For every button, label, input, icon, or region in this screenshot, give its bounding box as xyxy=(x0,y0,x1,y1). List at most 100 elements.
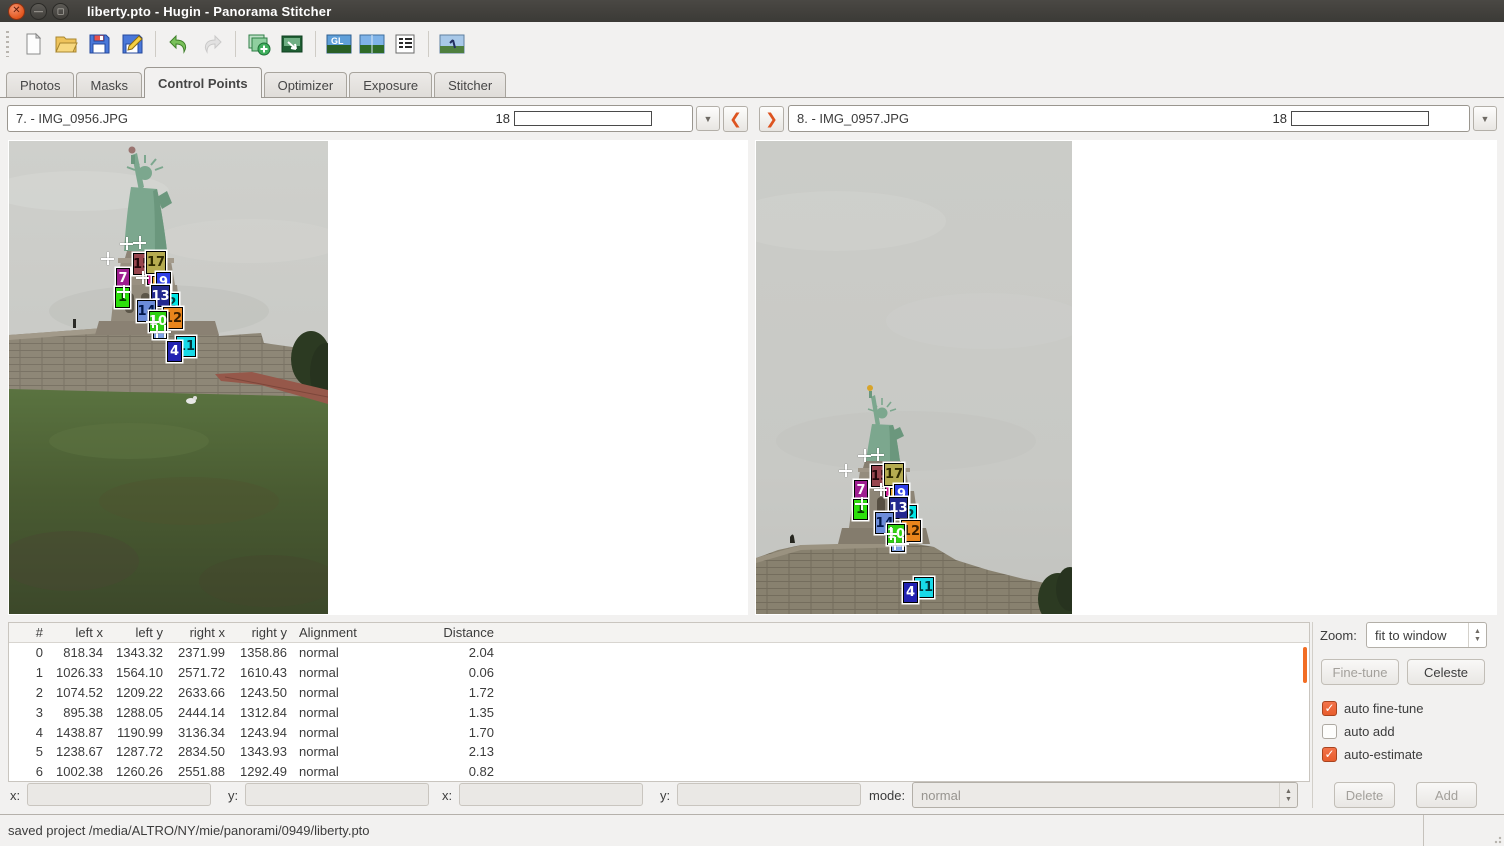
tab-masks[interactable]: Masks xyxy=(76,72,142,98)
control-point-marker-17[interactable]: 17 xyxy=(884,463,904,486)
save-project-icon[interactable] xyxy=(83,28,115,60)
toolbar-grip[interactable] xyxy=(6,31,9,57)
left-x-input[interactable] xyxy=(27,783,211,806)
col-number[interactable]: # xyxy=(9,625,45,640)
zoom-label: Zoom: xyxy=(1320,628,1357,643)
control-point-marker-10[interactable]: 10 xyxy=(149,311,167,332)
celeste-button[interactable]: Celeste xyxy=(1407,659,1485,685)
right-image-dropdown-button[interactable]: ▼ xyxy=(1473,106,1497,131)
control-point-marker-17[interactable]: 17 xyxy=(146,251,166,274)
table-row[interactable]: 3895.381288.052444.141312.84normal1.35 xyxy=(9,702,1309,722)
save-project-as-icon[interactable] xyxy=(116,28,148,60)
col-alignment[interactable]: Alignment xyxy=(289,625,429,640)
delete-button[interactable]: Delete xyxy=(1334,782,1395,808)
table-cell: 4 xyxy=(9,725,45,740)
auto-estimate-checkbox[interactable]: auto-estimate xyxy=(1322,746,1423,762)
checkbox-icon[interactable] xyxy=(1322,701,1337,716)
left-y-input[interactable] xyxy=(245,783,429,806)
preview-window-icon[interactable] xyxy=(436,28,468,60)
zoom-select[interactable]: fit to window ▲▼ xyxy=(1366,622,1487,648)
spinner-arrows-icon[interactable]: ▲▼ xyxy=(1279,783,1297,807)
control-point-marker-4[interactable]: 4 xyxy=(903,582,918,603)
redo-icon[interactable] xyxy=(196,28,228,60)
table-row[interactable]: 11026.331564.102571.721610.43normal0.06 xyxy=(9,663,1309,683)
control-point-marker-7[interactable]: 7 xyxy=(854,480,868,500)
left-photo[interactable]: 15178791132141210411 xyxy=(9,141,328,614)
left-image-dropdown-button[interactable]: ▼ xyxy=(696,106,720,131)
table-cell: 895.38 xyxy=(45,705,105,720)
right-photo[interactable]: 15178791132141210411 xyxy=(756,141,1072,614)
control-point-marker-10[interactable]: 10 xyxy=(887,524,905,545)
tab-stitcher[interactable]: Stitcher xyxy=(434,72,506,98)
col-left-x[interactable]: left x xyxy=(45,625,105,640)
right-image-selector[interactable]: 8. - IMG_0957.JPG 18 xyxy=(788,105,1470,132)
fine-tune-button[interactable]: Fine-tune xyxy=(1321,659,1399,685)
resize-grip-icon[interactable] xyxy=(1492,834,1502,844)
left-image-selector[interactable]: 7. - IMG_0956.JPG 18 xyxy=(7,105,693,132)
right-x-input[interactable] xyxy=(459,783,643,806)
right-y-label: y: xyxy=(660,788,670,803)
window-title: liberty.pto - Hugin - Panorama Stitcher xyxy=(87,4,331,19)
table-cell: 1287.72 xyxy=(105,744,165,759)
table-cell: 1.35 xyxy=(429,705,496,720)
show-control-points-icon[interactable] xyxy=(389,28,421,60)
table-cell: 2834.50 xyxy=(165,744,227,759)
tab-photos[interactable]: Photos xyxy=(6,72,74,98)
right-image-pane[interactable]: 15178791132141210411 xyxy=(755,140,1497,615)
table-cell: 1238.67 xyxy=(45,744,105,759)
checkbox-icon[interactable] xyxy=(1322,724,1337,739)
col-left-y[interactable]: left y xyxy=(105,625,165,640)
window-close-button[interactable]: ✕ xyxy=(8,3,25,20)
tab-control-points[interactable]: Control Points xyxy=(144,67,262,98)
auto-add-label: auto add xyxy=(1344,724,1395,739)
spinner-arrows-icon[interactable]: ▲▼ xyxy=(1468,623,1486,647)
tab-label: Optimizer xyxy=(278,78,334,93)
tab-optimizer[interactable]: Optimizer xyxy=(264,72,348,98)
table-scrollbar-thumb[interactable] xyxy=(1303,647,1307,683)
preview-panorama-icon[interactable] xyxy=(356,28,388,60)
col-right-y[interactable]: right y xyxy=(227,625,289,640)
undo-icon[interactable] xyxy=(163,28,195,60)
right-image-name: 8. - IMG_0957.JPG xyxy=(797,111,909,126)
table-cell: 2371.99 xyxy=(165,645,227,660)
table-row[interactable]: 51238.671287.722834.501343.93normal2.13 xyxy=(9,742,1309,762)
tab-exposure[interactable]: Exposure xyxy=(349,72,432,98)
previous-pair-button[interactable]: ❮ xyxy=(723,106,748,132)
auto-fine-tune-checkbox[interactable]: auto fine-tune xyxy=(1322,700,1424,716)
next-pair-button[interactable]: ❯ xyxy=(759,106,784,132)
checkbox-icon[interactable] xyxy=(1322,747,1337,762)
col-right-x[interactable]: right x xyxy=(165,625,227,640)
add-button[interactable]: Add xyxy=(1416,782,1477,808)
control-point-marker-7[interactable]: 7 xyxy=(116,268,130,288)
control-point-marker-4[interactable]: 4 xyxy=(167,341,182,362)
window-minimize-button[interactable]: — xyxy=(30,3,47,20)
control-point-marker-1[interactable]: 1 xyxy=(853,499,868,520)
mode-select[interactable]: normal ▲▼ xyxy=(912,782,1298,808)
status-text: saved project /media/ALTRO/NY/mie/panora… xyxy=(8,823,370,838)
table-row[interactable]: 21074.521209.222633.661243.50normal1.72 xyxy=(9,683,1309,703)
table-row[interactable]: 41438.871190.993136.341243.94normal1.70 xyxy=(9,722,1309,742)
zoom-value: fit to window xyxy=(1367,628,1468,643)
control-point-marker-1[interactable]: 1 xyxy=(115,287,130,308)
left-x-label: x: xyxy=(10,788,20,803)
right-cp-count: 18 xyxy=(1273,111,1287,126)
table-cell: 1343.93 xyxy=(227,744,289,759)
control-point-table[interactable]: # left x left y right x right y Alignmen… xyxy=(8,622,1310,782)
fast-preview-gl-icon[interactable]: GL xyxy=(323,28,355,60)
add-images-icon[interactable] xyxy=(243,28,275,60)
window-maximize-button[interactable]: ◻ xyxy=(52,3,69,20)
table-cell: normal xyxy=(289,764,429,779)
auto-add-checkbox[interactable]: auto add xyxy=(1322,723,1395,739)
table-header[interactable]: # left x left y right x right y Alignmen… xyxy=(9,623,1309,643)
add-time-series-icon[interactable] xyxy=(276,28,308,60)
right-y-input[interactable] xyxy=(677,783,861,806)
new-project-icon[interactable] xyxy=(17,28,49,60)
table-cell: 1343.32 xyxy=(105,645,165,660)
table-cell: 2551.88 xyxy=(165,764,227,779)
table-row[interactable]: 0818.341343.322371.991358.86normal2.04 xyxy=(9,643,1309,663)
open-project-icon[interactable] xyxy=(50,28,82,60)
left-image-pane[interactable]: 15178791132141210411 xyxy=(8,140,748,615)
table-row[interactable]: 61002.381260.262551.881292.49normal0.82 xyxy=(9,762,1309,782)
right-cp-progressbar xyxy=(1291,111,1429,126)
col-distance[interactable]: Distance xyxy=(429,625,496,640)
